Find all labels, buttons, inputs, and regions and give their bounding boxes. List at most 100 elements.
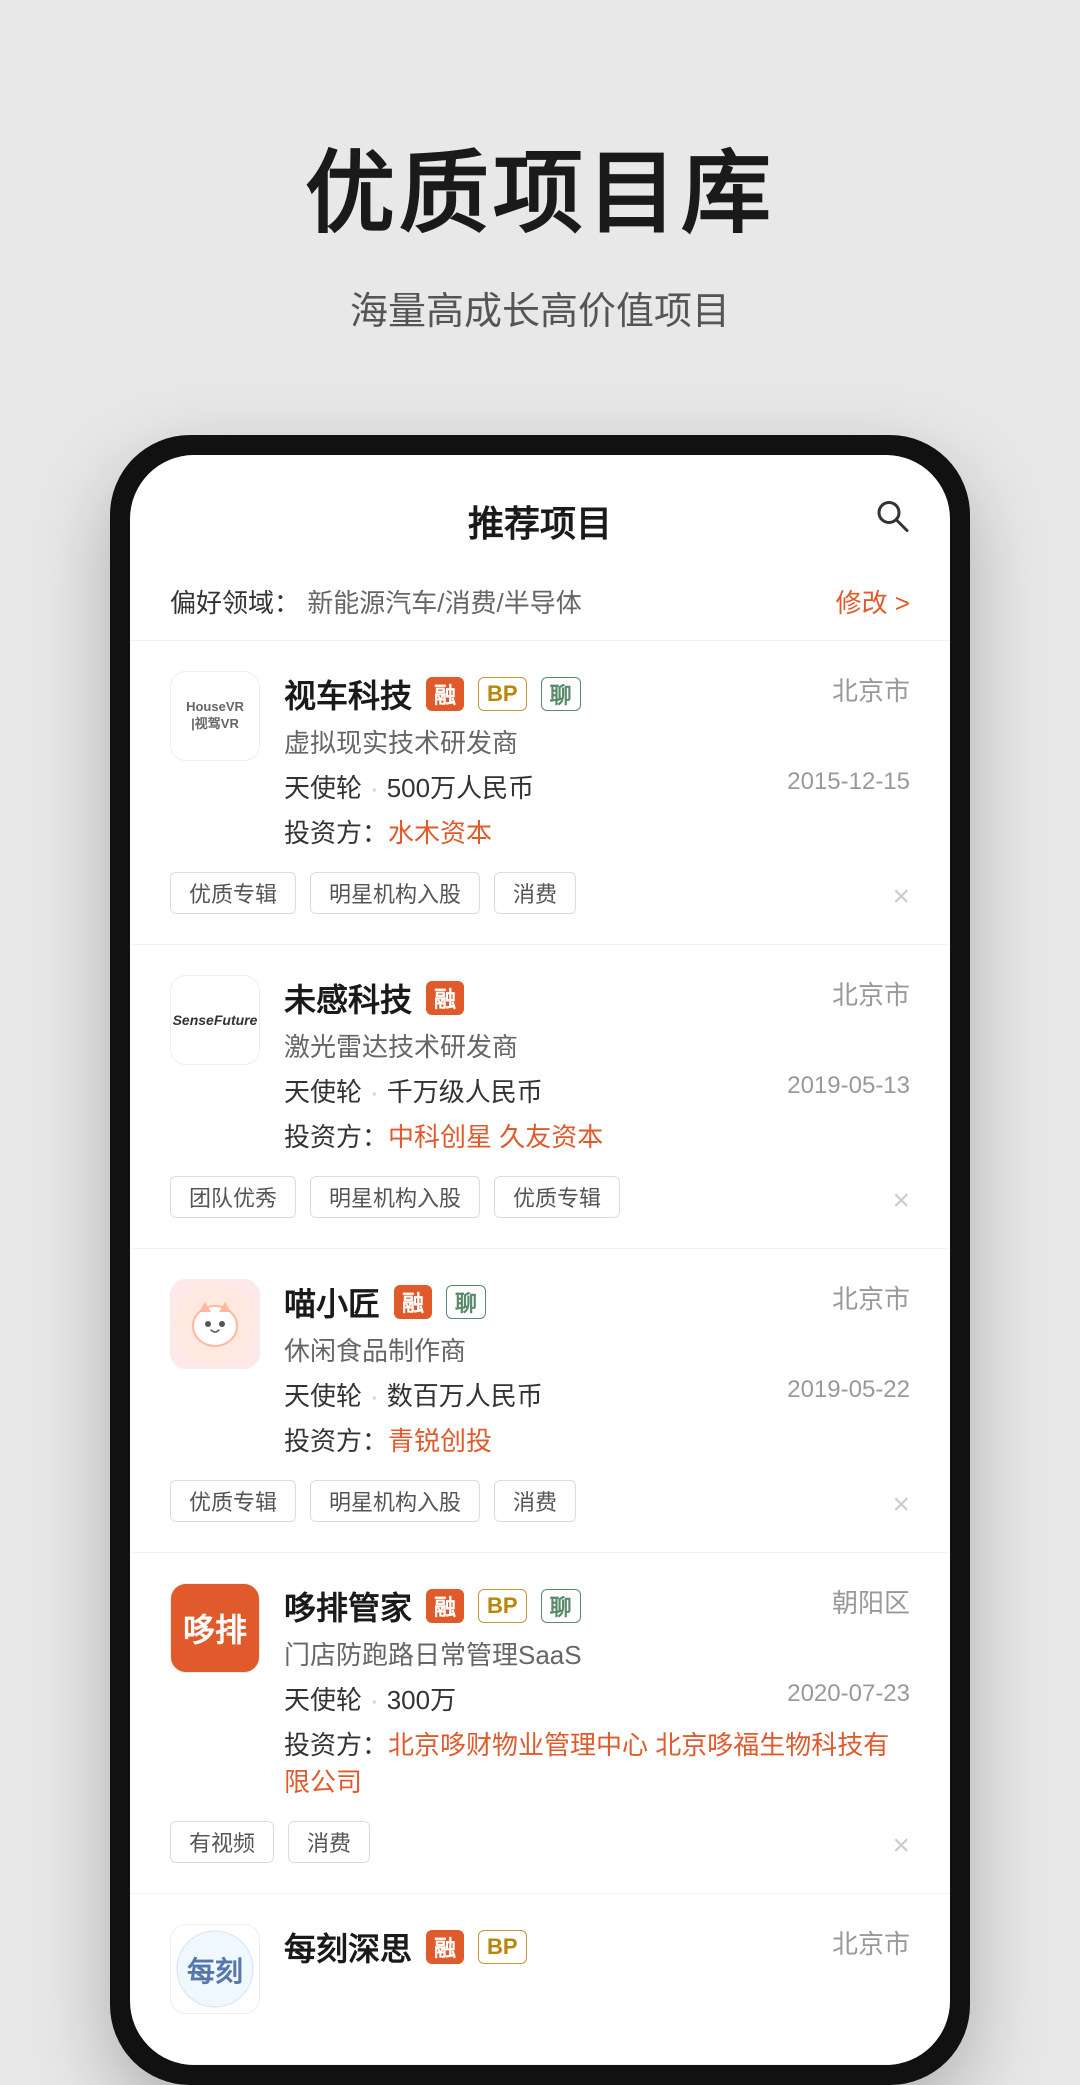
badge-bp-4: BP: [478, 1589, 527, 1623]
card-desc-3: 休闲食品制作商: [284, 1331, 910, 1368]
badge-rong-1: 融: [426, 677, 464, 711]
investor-name-2-1: 中科创星: [388, 1122, 492, 1152]
hero-subtitle: 海量高成长高价值项目: [60, 280, 1020, 335]
tag-3-1: 优质专辑: [170, 1480, 296, 1522]
card-top-4: 哆排 哆排管家 融 BP 聊 门店防跑路日常管理SaaS 天使轮·300万 20…: [170, 1583, 910, 1811]
card-investor-4: 投资方：北京哆财物业管理中心 北京哆福生物科技有限公司: [284, 1725, 910, 1799]
badge-rong-4: 融: [426, 1589, 464, 1623]
close-icon-4[interactable]: ×: [892, 1829, 910, 1863]
card-date-4: 2020-07-23: [787, 1680, 910, 1708]
card-round-3: 天使轮·数百万人民币 2019-05-22: [284, 1376, 910, 1413]
card-info-2: 未感科技 融 激光雷达技术研发商 天使轮·千万级人民币 2019-05-13 投…: [284, 975, 910, 1166]
badge-rong-3: 融: [394, 1285, 432, 1319]
badge-rong-5: 融: [426, 1930, 464, 1964]
card-top-3: 喵小匠 融 聊 休闲食品制作商 天使轮·数百万人民币 2019-05-22 投资…: [170, 1279, 910, 1470]
card-round-2: 天使轮·千万级人民币 2019-05-13: [284, 1072, 910, 1109]
card-desc-1: 虚拟现实技术研发商: [284, 723, 910, 760]
card-tags-1: 优质专辑 明星机构入股 消费: [170, 872, 910, 914]
card-info-4: 哆排管家 融 BP 聊 门店防跑路日常管理SaaS 天使轮·300万 2020-…: [284, 1583, 910, 1811]
hero-section: 优质项目库 海量高成长高价值项目: [0, 0, 1080, 395]
company-logo-1: HouseVR|视驾VR: [170, 671, 260, 761]
card-desc-4: 门店防跑路日常管理SaaS: [284, 1635, 910, 1672]
card-name-row-5: 每刻深思 融 BP: [284, 1924, 910, 1970]
app-header: 推荐项目: [130, 455, 950, 567]
company-name-5: 每刻深思: [284, 1924, 412, 1970]
card-top-1: HouseVR|视驾VR 视车科技 融 BP 聊 虚拟现实技术研发商 天使轮·5…: [170, 671, 910, 862]
company-name-3: 喵小匠: [284, 1279, 380, 1325]
card-date-2: 2019-05-13: [787, 1072, 910, 1100]
badge-bp-5: BP: [478, 1930, 527, 1964]
company-logo-4: 哆排: [170, 1583, 260, 1673]
close-icon-1[interactable]: ×: [892, 880, 910, 914]
card-info-1: 视车科技 融 BP 聊 虚拟现实技术研发商 天使轮·500万人民币 2015-1…: [284, 671, 910, 862]
project-list: 北京市 HouseVR|视驾VR 视车科技 融 BP 聊 虚拟现实技术研发商: [130, 641, 950, 2065]
tag-1-1: 优质专辑: [170, 872, 296, 914]
badge-liao-3: 聊: [446, 1285, 486, 1319]
project-card-1[interactable]: 北京市 HouseVR|视驾VR 视车科技 融 BP 聊 虚拟现实技术研发商: [130, 641, 950, 945]
card-name-row-1: 视车科技 融 BP 聊: [284, 671, 910, 717]
card-investor-1: 投资方：水木资本: [284, 813, 910, 850]
card-round-1: 天使轮·500万人民币 2015-12-15: [284, 768, 910, 805]
company-logo-5: 每刻: [170, 1924, 260, 2014]
phone-screen: 推荐项目 偏好领域： 新能源汽车/消费/半导体 修改 > 北京市: [130, 455, 950, 2065]
tag-1-2: 明星机构入股: [310, 872, 480, 914]
close-icon-2[interactable]: ×: [892, 1184, 910, 1218]
investor-name-4-1: 北京哆财物业管理中心: [388, 1730, 648, 1760]
card-top-5: 每刻 每刻深思 融 BP: [170, 1924, 910, 2014]
preference-edit-button[interactable]: 修改 >: [836, 583, 910, 620]
card-investor-3: 投资方：青锐创投: [284, 1421, 910, 1458]
card-name-row-4: 哆排管家 融 BP 聊: [284, 1583, 910, 1629]
preference-label-area: 偏好领域： 新能源汽车/消费/半导体: [170, 583, 582, 620]
badge-liao-4: 聊: [541, 1589, 581, 1623]
tag-3-3: 消费: [494, 1480, 576, 1522]
badge-liao-1: 聊: [541, 677, 581, 711]
tag-1-3: 消费: [494, 872, 576, 914]
tag-2-3: 优质专辑: [494, 1176, 620, 1218]
investor-name-3-1: 青锐创投: [388, 1426, 492, 1456]
city-label-4: 朝阳区: [832, 1583, 910, 1620]
card-tags-4: 有视频 消费: [170, 1821, 910, 1863]
company-logo-3: [170, 1279, 260, 1369]
tag-4-1: 有视频: [170, 1821, 274, 1863]
search-icon[interactable]: [874, 498, 910, 543]
preference-bar: 偏好领域： 新能源汽车/消费/半导体 修改 >: [130, 567, 950, 641]
phone-frame: 推荐项目 偏好领域： 新能源汽车/消费/半导体 修改 > 北京市: [110, 435, 970, 2085]
card-info-5: 每刻深思 融 BP: [284, 1924, 910, 1976]
investor-name-2-2: 久友资本: [499, 1122, 603, 1152]
card-date-1: 2015-12-15: [787, 768, 910, 796]
project-card-2[interactable]: 北京市 SenseFuture 未感科技 融 激光雷达技术研发商 天使轮·千万级…: [130, 945, 950, 1249]
city-label-5: 北京市: [832, 1924, 910, 1961]
hero-title: 优质项目库: [60, 120, 1020, 250]
card-investor-2: 投资方：中科创星 久友资本: [284, 1117, 910, 1154]
svg-text:每刻: 每刻: [187, 1955, 243, 1987]
app-header-title: 推荐项目: [468, 495, 612, 547]
card-name-row-3: 喵小匠 融 聊: [284, 1279, 910, 1325]
close-icon-3[interactable]: ×: [892, 1488, 910, 1522]
project-card-4[interactable]: 朝阳区 哆排 哆排管家 融 BP 聊 门店防跑路日常管理SaaS: [130, 1553, 950, 1894]
card-tags-3: 优质专辑 明星机构入股 消费: [170, 1480, 910, 1522]
tag-2-2: 明星机构入股: [310, 1176, 480, 1218]
card-name-row-2: 未感科技 融: [284, 975, 910, 1021]
company-logo-2: SenseFuture: [170, 975, 260, 1065]
company-name-2: 未感科技: [284, 975, 412, 1021]
badge-rong-2: 融: [426, 981, 464, 1015]
company-name-1: 视车科技: [284, 671, 412, 717]
card-desc-2: 激光雷达技术研发商: [284, 1027, 910, 1064]
card-info-3: 喵小匠 融 聊 休闲食品制作商 天使轮·数百万人民币 2019-05-22 投资…: [284, 1279, 910, 1470]
city-label-2: 北京市: [832, 975, 910, 1012]
company-name-4: 哆排管家: [284, 1583, 412, 1629]
tag-3-2: 明星机构入股: [310, 1480, 480, 1522]
tag-2-1: 团队优秀: [170, 1176, 296, 1218]
city-label-1: 北京市: [832, 671, 910, 708]
investor-name-1-1: 水木资本: [388, 818, 492, 848]
project-card-3[interactable]: 北京市: [130, 1249, 950, 1553]
card-round-4: 天使轮·300万 2020-07-23: [284, 1680, 910, 1717]
card-tags-2: 团队优秀 明星机构入股 优质专辑: [170, 1176, 910, 1218]
card-date-3: 2019-05-22: [787, 1376, 910, 1404]
preference-value: 新能源汽车/消费/半导体: [307, 588, 581, 618]
tag-4-2: 消费: [288, 1821, 370, 1863]
preference-label: 偏好领域：: [170, 588, 300, 618]
city-label-3: 北京市: [832, 1279, 910, 1316]
badge-bp-1: BP: [478, 677, 527, 711]
card-top-2: SenseFuture 未感科技 融 激光雷达技术研发商 天使轮·千万级人民币 …: [170, 975, 910, 1166]
